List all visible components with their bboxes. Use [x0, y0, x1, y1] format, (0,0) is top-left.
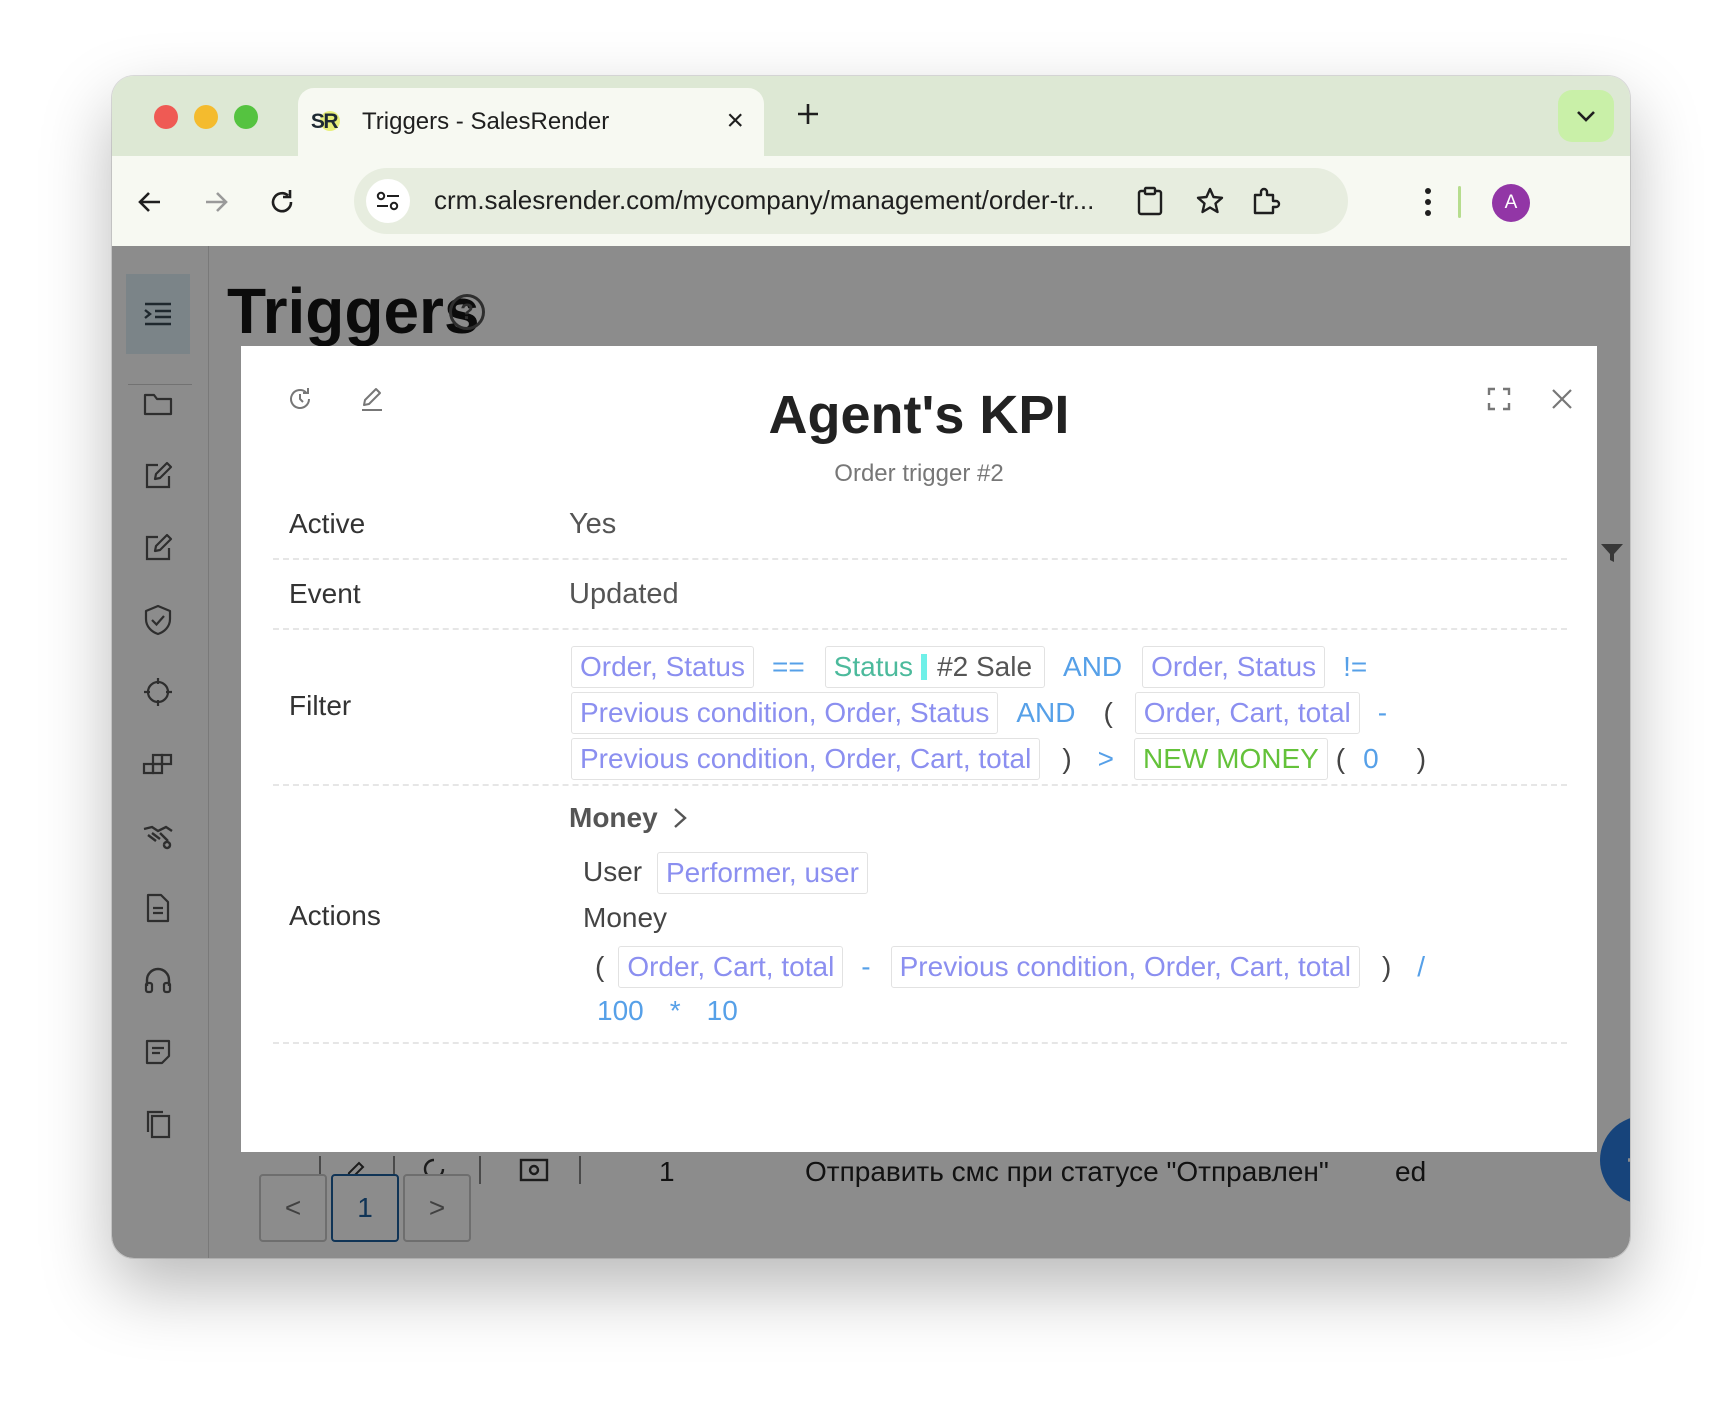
- formula-paren: (: [595, 951, 605, 982]
- filter-field-chip: Order, Status: [1142, 646, 1326, 688]
- clipboard-icon[interactable]: [1130, 181, 1170, 221]
- filter-label: Filter: [289, 690, 352, 721]
- arrow-right-icon: [206, 192, 228, 212]
- puzzle-icon: [1253, 187, 1281, 215]
- action-money-label: Money: [583, 902, 668, 933]
- minimize-window-button[interactable]: [194, 105, 218, 129]
- filter-operator: !=: [1343, 651, 1368, 682]
- filter-line-3: Previous condition, Order, Cart, total )…: [571, 736, 1431, 782]
- formula-number: 10: [706, 995, 738, 1026]
- filter-number: 0: [1363, 743, 1379, 774]
- forward-button[interactable]: [196, 182, 236, 222]
- status-chip: Status #2 Sale: [824, 646, 1046, 688]
- filter-paren: (: [1103, 697, 1113, 728]
- tab-close-icon[interactable]: ×: [726, 106, 744, 136]
- filter-operator: AND: [1016, 697, 1076, 728]
- row-active: Active Yes: [273, 490, 1567, 560]
- formula-paren: ): [1381, 951, 1392, 982]
- expand-icon: [1487, 387, 1511, 411]
- filter-paren: (: [1335, 743, 1346, 774]
- filter-expression: Order, Status == Status #2 Sale AND Orde…: [571, 644, 1431, 782]
- money-formula-line-1: ( Order, Cart, total - Previous conditio…: [595, 944, 1445, 990]
- more-vertical-icon: [1425, 188, 1431, 216]
- url-text[interactable]: crm.salesrender.com/mycompany/management…: [434, 185, 1094, 216]
- modal-title: Agent's KPI: [768, 385, 1070, 445]
- salesrender-logo-icon: SR: [310, 108, 340, 136]
- filter-field-chip: Previous condition, Order, Cart, total: [571, 738, 1041, 780]
- close-icon: [1552, 389, 1572, 409]
- bookmark-star-icon[interactable]: [1190, 181, 1230, 221]
- filter-field-chip: Order, Cart, total: [1134, 692, 1360, 734]
- status-chip-value: #2 Sale: [937, 651, 1033, 682]
- page-content: Triggers ? d 1 О: [112, 246, 1630, 1258]
- site-settings-icon[interactable]: [366, 179, 410, 223]
- event-label: Event: [289, 578, 361, 609]
- reload-button[interactable]: [262, 182, 302, 222]
- status-chip-label: Status: [833, 651, 914, 682]
- row-event: Event Updated: [273, 560, 1567, 630]
- back-button[interactable]: [130, 182, 170, 222]
- action-user-label: User: [583, 856, 643, 887]
- row-actions: Actions Money User Performer, user Money…: [273, 786, 1567, 1044]
- filter-line-1: Order, Status == Status #2 Sale AND Orde…: [571, 644, 1431, 690]
- chevron-down-icon: [1577, 111, 1595, 122]
- formula-operator: -: [861, 951, 871, 982]
- browser-menu-button[interactable]: [1408, 182, 1448, 222]
- action-name: Money: [569, 802, 658, 833]
- filter-operator: -: [1377, 697, 1388, 728]
- filter-operator: ==: [771, 651, 805, 682]
- formula-field-chip: Order, Cart, total: [618, 946, 844, 988]
- trigger-details-modal: Agent's KPI Order trigger #2 Active Yes …: [241, 346, 1597, 1152]
- action-money-header[interactable]: Money: [569, 802, 688, 834]
- profile-avatar[interactable]: A: [1492, 184, 1530, 222]
- browser-titlebar: SR Triggers - SalesRender ×: [112, 76, 1630, 156]
- plus-icon: [798, 104, 818, 124]
- browser-tab[interactable]: SR Triggers - SalesRender ×: [298, 88, 764, 156]
- filter-operator: >: [1097, 743, 1115, 774]
- modal-close-button[interactable]: [1545, 382, 1579, 416]
- modal-subtitle: Order trigger #2: [834, 460, 1004, 487]
- new-tab-button[interactable]: [788, 94, 828, 134]
- filter-operator: AND: [1063, 651, 1123, 682]
- filter-paren: ): [1416, 743, 1427, 774]
- row-filter: Filter Order, Status == Status #2 Sale A…: [273, 630, 1567, 786]
- filter-paren: ): [1062, 743, 1072, 774]
- user-field-chip: Performer, user: [657, 852, 868, 894]
- status-color-bar: [921, 654, 928, 680]
- filter-field-chip: Previous condition, Order, Status: [571, 692, 999, 734]
- extensions-button[interactable]: [1246, 182, 1286, 222]
- browser-toolbar: crm.salesrender.com/mycompany/management…: [112, 156, 1630, 246]
- actions-label: Actions: [289, 900, 381, 931]
- close-window-button[interactable]: [154, 105, 178, 129]
- formula-field-chip: Previous condition, Order, Cart, total: [890, 946, 1360, 988]
- action-user-value: Performer, user: [657, 852, 882, 894]
- filter-function-chip: NEW MONEY: [1134, 738, 1328, 780]
- arrow-left-icon: [138, 192, 160, 212]
- active-label: Active: [289, 508, 366, 539]
- active-value: Yes: [569, 508, 617, 540]
- filter-line-2: Previous condition, Order, Status AND ( …: [571, 690, 1431, 736]
- toolbar-separator: [1458, 186, 1461, 218]
- address-bar[interactable]: crm.salesrender.com/mycompany/management…: [354, 168, 1348, 234]
- formula-number: 100: [597, 995, 644, 1026]
- filter-field-chip: Order, Status: [571, 646, 754, 688]
- money-formula-line-2: 100 * 10: [597, 988, 738, 1034]
- tab-title: Triggers - SalesRender: [362, 108, 610, 135]
- formula-operator: *: [669, 995, 681, 1026]
- maximize-window-button[interactable]: [234, 105, 258, 129]
- chevron-right-icon: [673, 808, 687, 828]
- tab-search-button[interactable]: [1558, 90, 1614, 142]
- formula-operator: /: [1417, 951, 1426, 982]
- reload-icon: [271, 190, 293, 213]
- fullscreen-button[interactable]: [1482, 382, 1516, 416]
- event-value: Updated: [569, 578, 679, 610]
- browser-window: SR Triggers - SalesRender × crm.salesren…: [112, 76, 1630, 1258]
